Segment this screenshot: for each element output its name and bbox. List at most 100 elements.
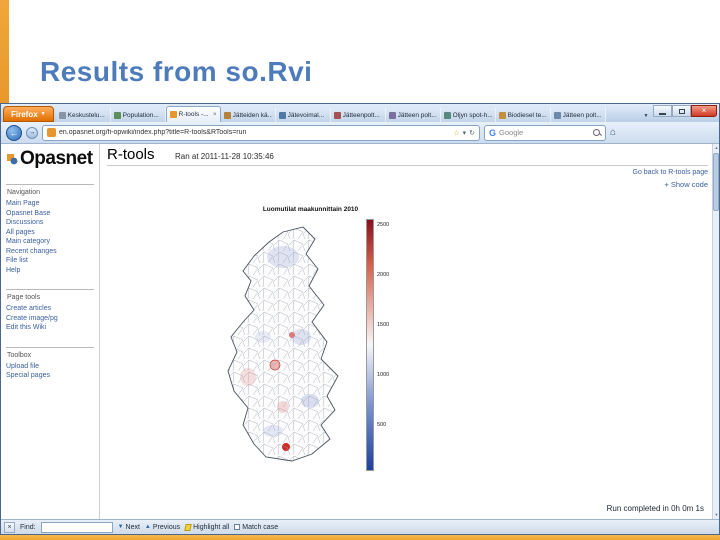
back-to-page-link[interactable]: Go back to R-tools page xyxy=(633,169,709,176)
find-close-button[interactable]: × xyxy=(4,521,15,533)
sidebar-link-special-pages[interactable]: Special pages xyxy=(6,371,94,381)
sidebar-link-create-articles[interactable]: Create articles xyxy=(6,304,94,314)
browser-window: Firefox ▼ Keskustelu... Population... R-… xyxy=(0,103,720,535)
restore-button[interactable] xyxy=(672,105,691,117)
browser-tab-1[interactable]: Keskustelu... xyxy=(55,108,111,122)
google-icon: G xyxy=(489,127,497,138)
find-input[interactable] xyxy=(40,521,113,533)
tab-favicon xyxy=(169,111,177,118)
sidebar-link-help[interactable]: Help xyxy=(6,266,94,276)
home-icon[interactable]: ⌂ xyxy=(610,127,616,138)
sidebar-link-main-page[interactable]: Main Page xyxy=(6,199,94,209)
tab-close-icon[interactable]: × xyxy=(213,111,217,118)
minimize-icon xyxy=(659,112,666,115)
browser-tab-2[interactable]: Population... xyxy=(110,108,166,122)
tab-favicon xyxy=(333,111,341,119)
sidebar-link-create-image[interactable]: Create image/pg xyxy=(6,314,94,324)
tab-favicon xyxy=(553,111,561,119)
checkbox-icon xyxy=(234,524,241,530)
sidebar-section-navigation: Navigation Main Page Opasnet Base Discus… xyxy=(6,184,94,275)
arrow-up-icon: ▲ xyxy=(144,524,151,530)
firefox-menu-label: Firefox xyxy=(11,109,38,119)
list-all-tabs-button[interactable]: ▼ xyxy=(640,110,652,122)
bookmark-star-icon[interactable]: ☆ xyxy=(453,129,459,137)
browser-tab-9[interactable]: Biodiesel te... xyxy=(495,108,551,122)
url-text: en.opasnet.org/fi-opwiki/index.php?title… xyxy=(59,129,247,136)
url-dropdown-icon[interactable]: ▾ xyxy=(463,129,467,137)
opasnet-logo-icon xyxy=(7,154,18,165)
arrow-down-icon: ▼ xyxy=(117,524,124,530)
tab-favicon xyxy=(443,111,451,119)
sidebar-link-main-category[interactable]: Main category xyxy=(6,237,94,247)
run-timestamp: Ran at 2011-11-28 10:35:46 xyxy=(174,152,274,161)
chevron-down-icon: ▼ xyxy=(40,111,46,117)
browser-titlebar: Firefox ▼ Keskustelu... Population... R-… xyxy=(1,104,719,122)
browser-tab-5[interactable]: Jätevoimal... xyxy=(275,108,331,122)
colorbar-tick: 2000 xyxy=(377,272,390,278)
sidebar-header: Navigation xyxy=(7,189,41,196)
sidebar-link-file-list[interactable]: File list xyxy=(6,256,94,266)
colorbar-tick: 1500 xyxy=(377,322,390,328)
show-code-link[interactable]: + Show code xyxy=(664,180,708,189)
scroll-up-icon[interactable]: ▲ xyxy=(713,144,719,152)
browser-tab-10[interactable]: Jätteen polt... xyxy=(550,108,606,122)
page-content: Opasnet Navigation Main Page Opasnet Bas… xyxy=(1,144,719,519)
colorbar-tick: 500 xyxy=(377,422,387,428)
search-engine-label: Google xyxy=(499,128,524,137)
slide-left-accent-bar xyxy=(0,0,9,104)
colorbar-legend: 2500 2000 1500 1000 500 xyxy=(366,215,400,485)
sidebar-link-edit-wiki[interactable]: Edit this Wiki xyxy=(6,323,94,333)
find-next-button[interactable]: ▼ Next xyxy=(118,524,140,531)
find-label: Find: xyxy=(20,523,36,531)
tab-favicon xyxy=(498,111,506,119)
sidebar-section-page-tools: Page tools Create articles Create image/… xyxy=(6,289,94,333)
browser-tab-8[interactable]: Öljyn spot-h... xyxy=(440,108,496,122)
sidebar-link-all-pages[interactable]: All pages xyxy=(6,228,94,238)
tab-favicon xyxy=(113,111,121,119)
tab-favicon xyxy=(223,111,231,119)
close-button[interactable]: × xyxy=(691,105,717,117)
sidebar-link-upload-file[interactable]: Upload file xyxy=(6,362,94,372)
tab-strip: Keskustelu... Population... R-tools -...… xyxy=(55,104,639,122)
vertical-scrollbar[interactable]: ▲ ▼ xyxy=(712,144,719,519)
sidebar-header: Page tools xyxy=(7,294,41,301)
browser-tab-3-active[interactable]: R-tools -... × xyxy=(165,106,221,122)
forward-button[interactable]: → xyxy=(26,126,38,139)
highlight-all-button[interactable]: Highlight all xyxy=(184,523,229,531)
scroll-down-icon[interactable]: ▼ xyxy=(713,511,719,519)
address-bar[interactable]: en.opasnet.org/fi-opwiki/index.php?title… xyxy=(42,124,480,141)
search-bar[interactable]: G Google xyxy=(484,124,606,141)
minimize-button[interactable] xyxy=(653,105,672,117)
back-button[interactable]: ← xyxy=(6,124,22,141)
reload-icon[interactable]: ↻ xyxy=(469,129,475,137)
tab-favicon xyxy=(278,111,286,119)
presentation-slide: Results from so.Rvi Firefox ▼ Keskustelu… xyxy=(0,0,720,540)
colorbar-tick: 2500 xyxy=(377,222,390,228)
slide-title: Results from so.Rvi xyxy=(40,56,313,87)
opasnet-logo-text: Opasnet xyxy=(20,148,93,169)
find-previous-button[interactable]: ▲ Previous xyxy=(145,524,180,531)
wiki-sidebar: Opasnet Navigation Main Page Opasnet Bas… xyxy=(1,144,100,519)
browser-tab-7[interactable]: Jätteen polt... xyxy=(385,108,441,122)
browser-tab-4[interactable]: Jätteiden kä... xyxy=(220,108,276,122)
search-icon[interactable] xyxy=(593,128,601,137)
scrollbar-thumb[interactable] xyxy=(713,153,719,211)
browser-tab-6[interactable]: Jätteenpolt... xyxy=(330,108,386,122)
page-header: R-tools Ran at 2011-11-28 10:35:46 xyxy=(107,146,708,166)
restore-icon xyxy=(678,108,685,114)
tab-favicon xyxy=(58,111,66,119)
sidebar-link-opasnet-base[interactable]: Opasnet Base xyxy=(6,209,94,219)
highlighter-icon xyxy=(184,523,192,531)
opasnet-logo[interactable]: Opasnet xyxy=(6,148,94,170)
colorbar-tick: 1000 xyxy=(377,372,390,378)
result-figure: Luomutilat maakunnittain 2010 2500 2000 … xyxy=(213,206,408,494)
slide-bottom-accent-bar xyxy=(0,535,720,540)
finland-choropleth-map xyxy=(227,226,339,462)
sidebar-link-discussions[interactable]: Discussions xyxy=(6,218,94,228)
tab-favicon xyxy=(388,111,396,119)
sidebar-link-recent-changes[interactable]: Recent changes xyxy=(6,247,94,257)
page-title: R-tools xyxy=(107,146,155,163)
match-case-checkbox[interactable]: Match case xyxy=(234,524,278,531)
firefox-menu-button[interactable]: Firefox ▼ xyxy=(3,106,54,122)
site-favicon xyxy=(47,128,56,137)
